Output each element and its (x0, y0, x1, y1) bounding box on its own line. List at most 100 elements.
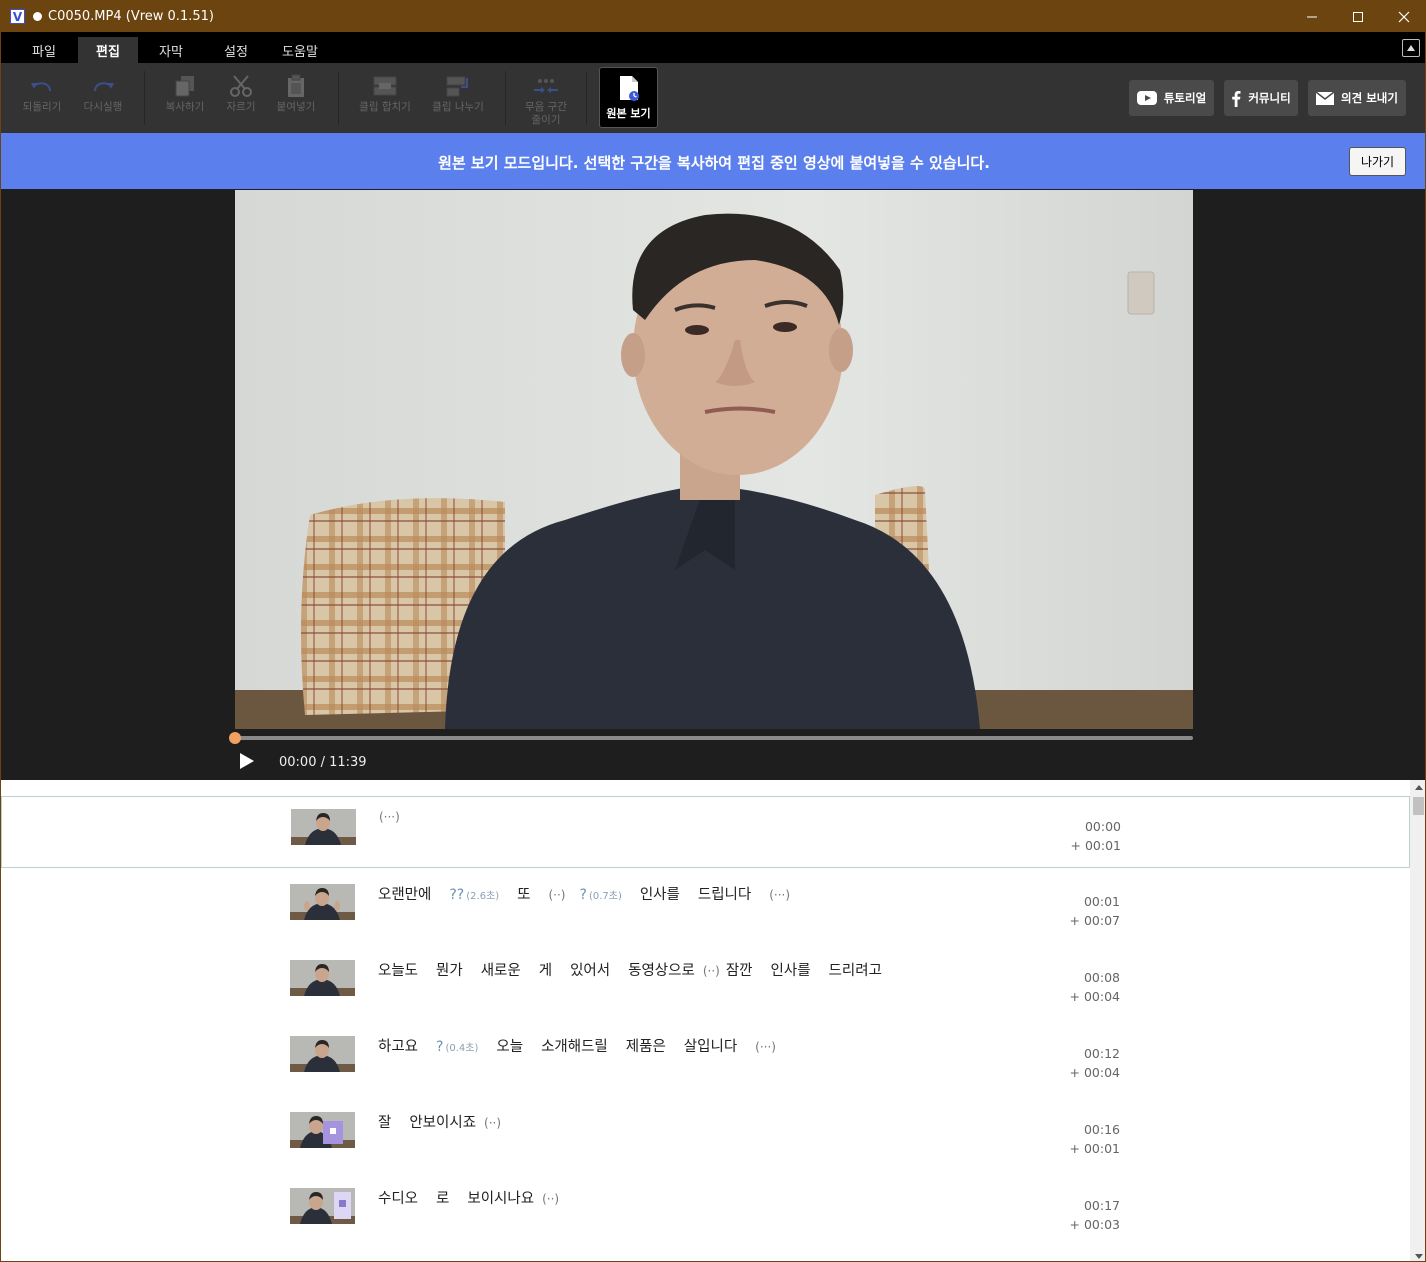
word-token[interactable]: 또 (517, 883, 530, 904)
paste-button[interactable]: 붙여넣기 (272, 73, 320, 114)
transcript-words: 오늘도 뭔가 새로운 게 있어서 동영상으로 (··) 잠깐 인사를 드리려고 (378, 959, 900, 980)
word-token[interactable]: 안보이시죠 (409, 1111, 476, 1132)
word-token[interactable]: 제품은 (626, 1035, 666, 1056)
clip-duration: + 00:04 (1069, 1065, 1120, 1080)
word-token[interactable]: 드립니다 (698, 883, 751, 904)
exit-button[interactable]: 나가기 (1349, 147, 1406, 176)
unknown-token[interactable]: ? (0.7초) (580, 887, 622, 903)
tab-subtitle[interactable]: 자막 (142, 37, 200, 63)
collapse-ribbon-button[interactable] (1402, 39, 1420, 57)
clip-thumbnail[interactable] (290, 884, 355, 920)
shrink-silence-button[interactable]: 무음 구간 줄이기 (519, 73, 573, 127)
silence-marker[interactable]: (···) (379, 810, 400, 824)
video-frame[interactable] (235, 190, 1193, 729)
silence-marker[interactable]: (···) (755, 1040, 776, 1054)
scroll-thumb[interactable] (1413, 797, 1424, 815)
clip-thumbnail-image (290, 884, 355, 920)
word-token[interactable]: 잘 (378, 1111, 391, 1132)
clip-times: 00:00 + 00:01 (1001, 817, 1121, 855)
unknown-token[interactable]: ?? (2.6초) (449, 887, 499, 903)
silence-marker[interactable]: (··) (703, 964, 720, 978)
word-token[interactable]: 게 (539, 959, 552, 980)
merge-clip-button[interactable]: 클립 합치기 (353, 73, 417, 114)
transcript-words: (···) (379, 810, 414, 824)
transcript-row[interactable]: 잘 안보이시죠 (··) 00:16 + 00:01 (1, 1100, 1410, 1172)
tutorial-button[interactable]: 튜토리얼 (1129, 80, 1214, 116)
silence-marker[interactable]: (··) (484, 1116, 501, 1130)
tab-help[interactable]: 도움말 (269, 37, 331, 63)
merge-clip-label: 클립 합치기 (359, 101, 411, 113)
split-clip-icon (446, 76, 468, 97)
cut-button[interactable]: 자르기 (221, 73, 261, 114)
silence-marker[interactable]: (···) (769, 888, 790, 902)
word-token[interactable]: 동영상으로 (628, 959, 695, 980)
word-token[interactable]: 인사를 (771, 959, 811, 980)
word-token[interactable]: 오늘 (496, 1035, 523, 1056)
silence-marker[interactable]: (··) (542, 1192, 559, 1206)
clip-thumbnail[interactable] (290, 1036, 355, 1072)
word-token[interactable]: 보이시나요 (467, 1187, 534, 1208)
tab-settings[interactable]: 설정 (207, 37, 265, 63)
clip-duration: + 00:01 (1070, 838, 1121, 853)
clipboard-icon (288, 74, 304, 97)
word-token[interactable]: 드리려고 (829, 959, 882, 980)
feedback-button[interactable]: 의견 보내기 (1308, 80, 1406, 116)
clip-duration: + 00:04 (1069, 989, 1120, 1004)
clip-thumbnail[interactable] (291, 809, 356, 845)
unknown-token[interactable]: ? (0.4초) (436, 1039, 478, 1055)
maximize-button[interactable] (1335, 1, 1381, 32)
tab-edit[interactable]: 편집 (78, 37, 138, 63)
clip-thumbnail[interactable] (290, 1188, 355, 1224)
clip-times: 00:17 + 00:03 (1000, 1196, 1120, 1234)
redo-icon (94, 82, 114, 92)
play-button[interactable] (239, 752, 255, 774)
word-token[interactable]: 있어서 (570, 959, 610, 980)
scroll-up-arrow[interactable] (1410, 780, 1425, 794)
split-clip-label: 클립 나누기 (432, 101, 484, 113)
clip-times: 00:01 + 00:07 (1000, 892, 1120, 930)
close-button[interactable] (1381, 1, 1425, 32)
community-button[interactable]: 커뮤니티 (1224, 80, 1298, 116)
word-token[interactable]: 하고요 (378, 1035, 418, 1056)
transcript-list: (···) 00:00 + 00:01 오랜만에 ?? (2.6초) 또 (··)… (1, 780, 1425, 1261)
clip-thumbnail[interactable] (290, 1112, 355, 1148)
seek-handle[interactable] (229, 732, 241, 744)
tutorial-label: 튜토리얼 (1163, 91, 1207, 105)
transcript-row[interactable]: 수디오 로 보이시나요 (··) 00:17 + 00:03 (1, 1176, 1410, 1248)
word-token[interactable]: 수디오 (378, 1187, 418, 1208)
word-token[interactable]: 오늘도 (378, 959, 418, 980)
scroll-down-arrow[interactable] (1410, 1249, 1425, 1261)
transcript-row[interactable]: 오랜만에 ?? (2.6초) 또 (··) ? (0.7초) 인사를 드립니다 (·… (1, 872, 1410, 944)
clip-times: 00:08 + 00:04 (1000, 968, 1120, 1006)
word-token[interactable]: 잠깐 (726, 959, 753, 980)
feedback-label: 의견 보내기 (1341, 91, 1398, 105)
transcript-row[interactable]: (···) 00:00 + 00:01 (1, 796, 1410, 868)
clip-thumbnail[interactable] (290, 960, 355, 996)
minimize-button[interactable] (1289, 1, 1335, 32)
clip-start-time: 00:17 (1083, 1198, 1120, 1213)
word-token[interactable]: 뭔가 (436, 959, 463, 980)
word-token[interactable]: 살입니다 (684, 1035, 737, 1056)
transcript-row[interactable]: 오늘도 뭔가 새로운 게 있어서 동영상으로 (··) 잠깐 인사를 드리려고 … (1, 948, 1410, 1020)
tab-file[interactable]: 파일 (15, 37, 73, 63)
word-token[interactable]: 새로운 (481, 959, 521, 980)
word-token[interactable]: 소개해드릴 (541, 1035, 608, 1056)
undo-button[interactable]: 되돌리기 (19, 73, 65, 114)
unsaved-dot-icon (33, 12, 42, 21)
word-token[interactable]: 오랜만에 (378, 883, 431, 904)
mail-icon (1316, 91, 1335, 105)
scrollbar[interactable] (1410, 780, 1425, 1261)
word-token[interactable]: 로 (436, 1187, 449, 1208)
clip-duration: + 00:03 (1069, 1217, 1120, 1232)
transcript-words: 수디오 로 보이시나요 (··) (378, 1187, 573, 1208)
split-clip-button[interactable]: 클립 나누기 (426, 73, 490, 114)
word-token[interactable]: 인사를 (640, 883, 680, 904)
redo-button[interactable]: 다시실행 (79, 73, 127, 114)
toolbar-divider (144, 71, 145, 125)
view-original-button[interactable]: 원본 보기 (599, 67, 658, 128)
transcript-row[interactable]: 하고요 ? (0.4초) 오늘 소개해드릴 제품은 살입니다 (···) 00:1… (1, 1024, 1410, 1096)
seek-bar[interactable] (235, 736, 1193, 740)
toolbar-divider (505, 71, 506, 125)
silence-marker[interactable]: (··) (549, 888, 566, 902)
copy-button[interactable]: 복사하기 (161, 73, 209, 114)
